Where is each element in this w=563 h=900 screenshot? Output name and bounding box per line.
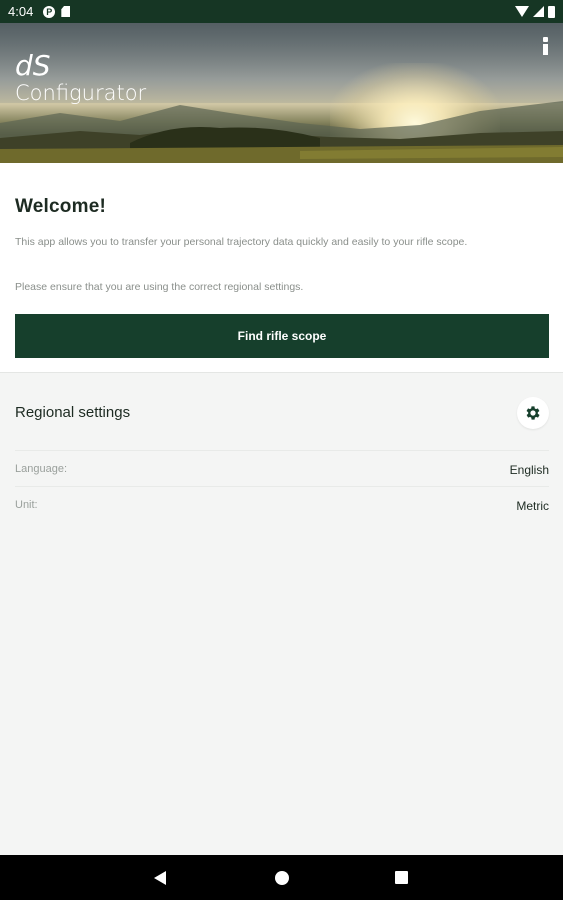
welcome-description: This app allows you to transfer your per…	[15, 236, 468, 248]
empty-content-area	[0, 568, 563, 855]
back-icon[interactable]	[152, 869, 170, 887]
language-value: English	[509, 463, 549, 477]
logo-ds: dS	[15, 49, 51, 82]
divider	[15, 450, 549, 451]
regional-hint: Please ensure that you are using the cor…	[15, 281, 304, 293]
welcome-card: Welcome! This app allows you to transfer…	[0, 163, 563, 373]
welcome-title: Welcome!	[15, 196, 106, 217]
navigation-bar	[0, 855, 563, 900]
find-rifle-scope-button[interactable]: Find rifle scope	[15, 314, 549, 358]
header-banner: dS Configurator	[0, 23, 563, 163]
signal-icon	[533, 6, 544, 17]
unit-label: Unit:	[15, 499, 38, 511]
gear-icon[interactable]	[517, 397, 549, 429]
info-icon[interactable]	[538, 37, 552, 59]
status-time: 4:04	[8, 4, 34, 19]
unit-value: Metric	[516, 499, 549, 513]
sd-card-icon	[61, 6, 71, 17]
app-logo: dS Configurator	[15, 49, 147, 106]
battery-icon	[548, 5, 555, 18]
regional-settings-card: Regional settings Language: English Unit…	[0, 374, 563, 568]
wifi-icon	[515, 6, 529, 17]
language-label: Language:	[15, 463, 67, 475]
logo-configurator: Configurator	[15, 81, 147, 105]
divider	[15, 486, 549, 487]
home-icon[interactable]	[273, 869, 291, 887]
recents-icon[interactable]	[393, 869, 411, 887]
pocket-icon: P	[43, 5, 56, 18]
regional-settings-title: Regional settings	[15, 404, 131, 421]
status-bar: 4:04 P	[0, 0, 563, 23]
